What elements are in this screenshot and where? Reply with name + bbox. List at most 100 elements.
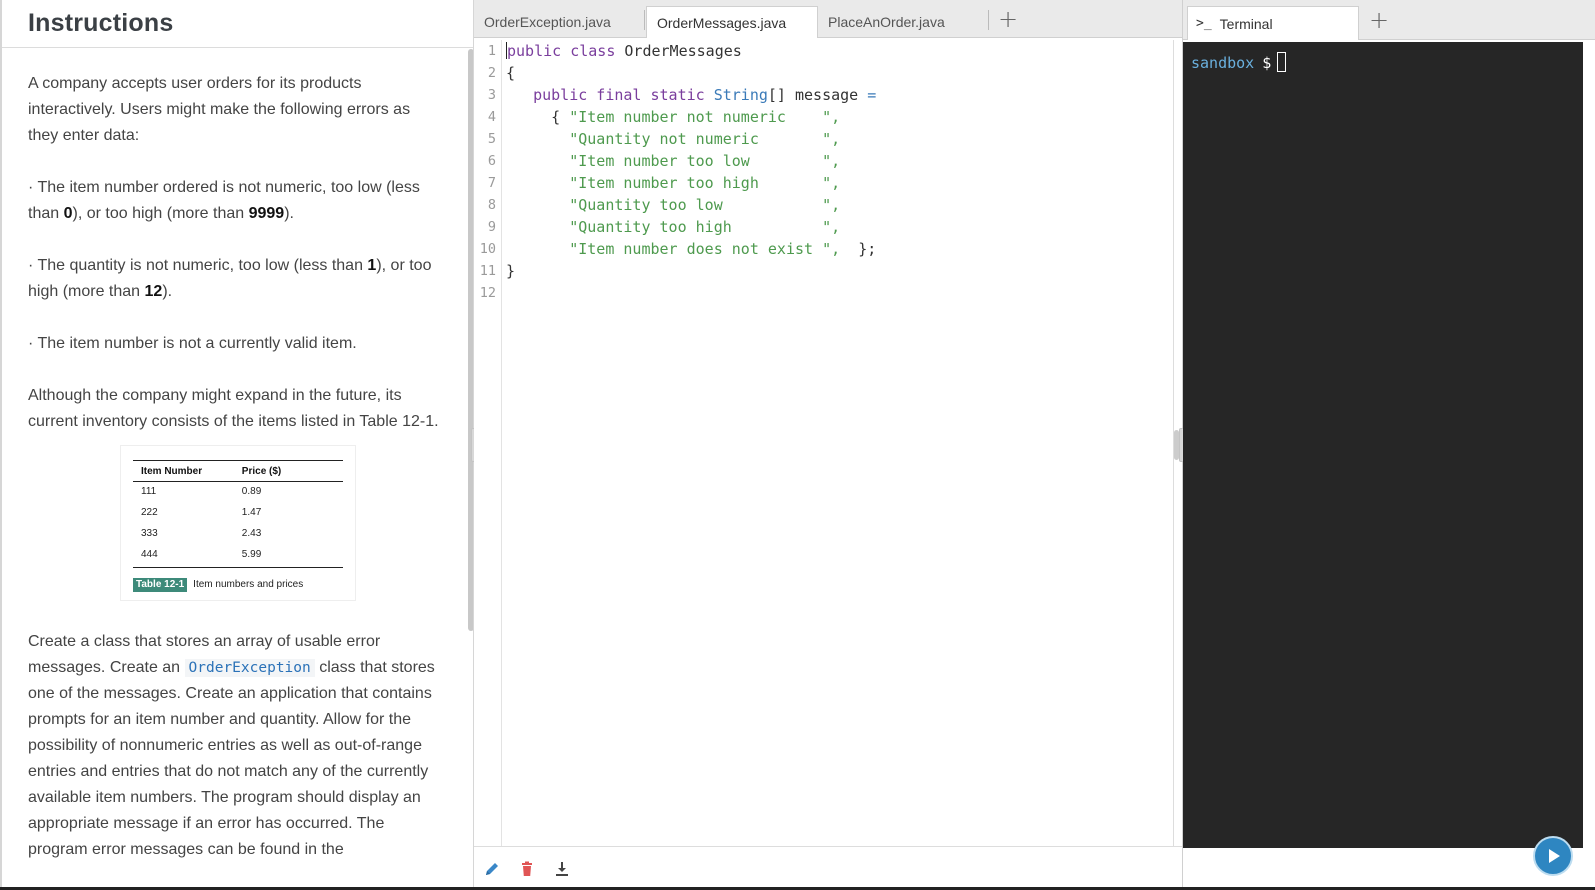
editor-pane: OrderException.java OrderMessages.java P… [471,0,1183,890]
bullet-value: 12 [144,283,163,300]
string-literal: "Item number too high " [569,174,832,192]
tab-label: OrderException.java [484,14,611,30]
brace: { [506,108,570,126]
line-number: 2 [487,65,496,81]
caption-text: Item numbers and prices [193,579,304,590]
tab-divider [644,10,645,30]
operator: = [867,86,877,104]
table-row: 111 0.89 [133,482,343,504]
line-number: 1 [487,43,496,59]
tab-label: OrderMessages.java [657,14,787,31]
item-price-table: Item Number Price ($) 111 0.89 222 1.47 33… [133,460,343,568]
closing-brace: }; [840,240,877,258]
bullet-quantity: · The quantity is not numeric, too low (… [28,257,432,300]
code-line: "Item number too high ", [506,172,876,194]
tab-order-exception[interactable]: OrderException.java [474,6,644,38]
tab-divider [988,10,989,30]
table-cell: 111 [141,486,157,497]
code-line: "Quantity not numeric ", [506,128,876,150]
header-item-number: Item Number [133,460,234,482]
line-number: 6 [487,153,496,169]
line-number: 8 [487,197,496,213]
terminal-console[interactable]: sandbox $ [1183,42,1583,848]
caption-label: Table 12-1 [133,578,188,592]
table-cell: 333 [141,528,158,539]
editor-tab-bar: OrderException.java OrderMessages.java P… [474,0,1182,38]
table-row: 222 1.47 [133,503,343,524]
add-terminal-button[interactable]: + [1369,8,1389,32]
run-button[interactable] [1533,836,1573,876]
add-file-button[interactable]: + [998,7,1018,31]
code-line: public class OrderMessages [506,40,876,62]
bullet-value: 1 [367,257,377,274]
code-line: public final static String[] message = [506,84,876,106]
download-icon[interactable] [552,859,572,879]
trash-icon[interactable] [517,859,537,879]
table-cell: 2.43 [241,528,262,539]
bullet-item-number: · The item number ordered is not numeric… [28,179,420,222]
table-header-row: Item Number Price ($) [133,460,343,482]
bullet-valid-item: · The item number is not a currently val… [28,335,357,352]
line-number: 3 [487,87,496,103]
task-text: class that stores one of the messages. C… [28,659,435,858]
table-cell: 444 [133,545,234,568]
code-editor[interactable]: 1 2 3 4 5 6 7 8 9 10 11 12 public class … [474,40,1174,846]
tab-order-messages[interactable]: OrderMessages.java [646,6,818,38]
code-line: { "Item number not numeric ", [506,106,876,128]
pencil-icon[interactable] [482,859,502,879]
editor-toolbar [474,846,1183,890]
instructions-body[interactable]: A company accepts user orders for its pr… [2,49,467,890]
instructions-title: Instructions [28,9,174,37]
bullet-text: ). [284,205,294,222]
tab-label: Terminal [1219,15,1273,32]
terminal-cursor [1277,52,1287,72]
keyword: public class [507,42,616,60]
table-cell: 0.89 [241,486,262,497]
line-number: 9 [487,219,496,235]
string-literal: "Quantity not numeric " [569,130,832,148]
comma: , [831,196,841,214]
string-literal: "Item number not numeric " [569,108,832,126]
class-name: OrderMessages [615,42,742,60]
header-price: Price ($) [233,460,343,482]
identifier: [] message [767,86,868,104]
comma: , [831,174,841,192]
code-line: "Quantity too high ", [506,216,876,238]
task-paragraph: Create a class that stores an array of u… [28,629,443,863]
type-name: String [704,86,768,104]
code-line: "Item number too low ", [506,150,876,172]
inline-code: OrderException [184,659,315,677]
comma: , [831,130,841,148]
string-literal: "Item number too low " [569,152,832,170]
intro-paragraph: A company accepts user orders for its pr… [28,75,411,144]
table-cell: 222 [141,507,158,518]
string-literal: "Quantity too low " [569,196,832,214]
code-line: { [506,64,516,82]
string-literal: "Quantity too high " [569,218,832,236]
code-line: } [506,262,516,280]
instructions-header: Instructions [2,0,473,48]
terminal-tab-bar: >_ Terminal + [1183,0,1595,40]
table-row: 444 5.99 [133,545,343,568]
terminal-pane: >_ Terminal + sandbox $ [1179,0,1595,890]
code-line: "Quantity too low ", [506,194,876,216]
tab-terminal[interactable]: >_ Terminal [1187,6,1359,40]
bullet-value: 9999 [248,205,285,222]
line-number: 12 [479,285,496,301]
comma: , [831,240,841,258]
comma: , [831,108,841,126]
table-cell: 5.99 [233,545,343,568]
tab-place-an-order[interactable]: PlaceAnOrder.java [818,6,988,38]
line-number: 11 [479,263,496,279]
code-content[interactable]: public class OrderMessages { public fina… [506,40,876,304]
bullet-text: The item number is not a currently valid… [37,335,357,352]
line-number: 4 [487,109,496,125]
keyword: public final static [533,86,705,104]
bullet-text: ), or too high (more than [72,205,249,222]
comma: , [831,152,841,170]
terminal-icon: >_ [1196,16,1212,31]
code-line: "Item number does not exist ", }; [506,238,876,260]
line-number-gutter: 1 2 3 4 5 6 7 8 9 10 11 12 [474,40,502,846]
